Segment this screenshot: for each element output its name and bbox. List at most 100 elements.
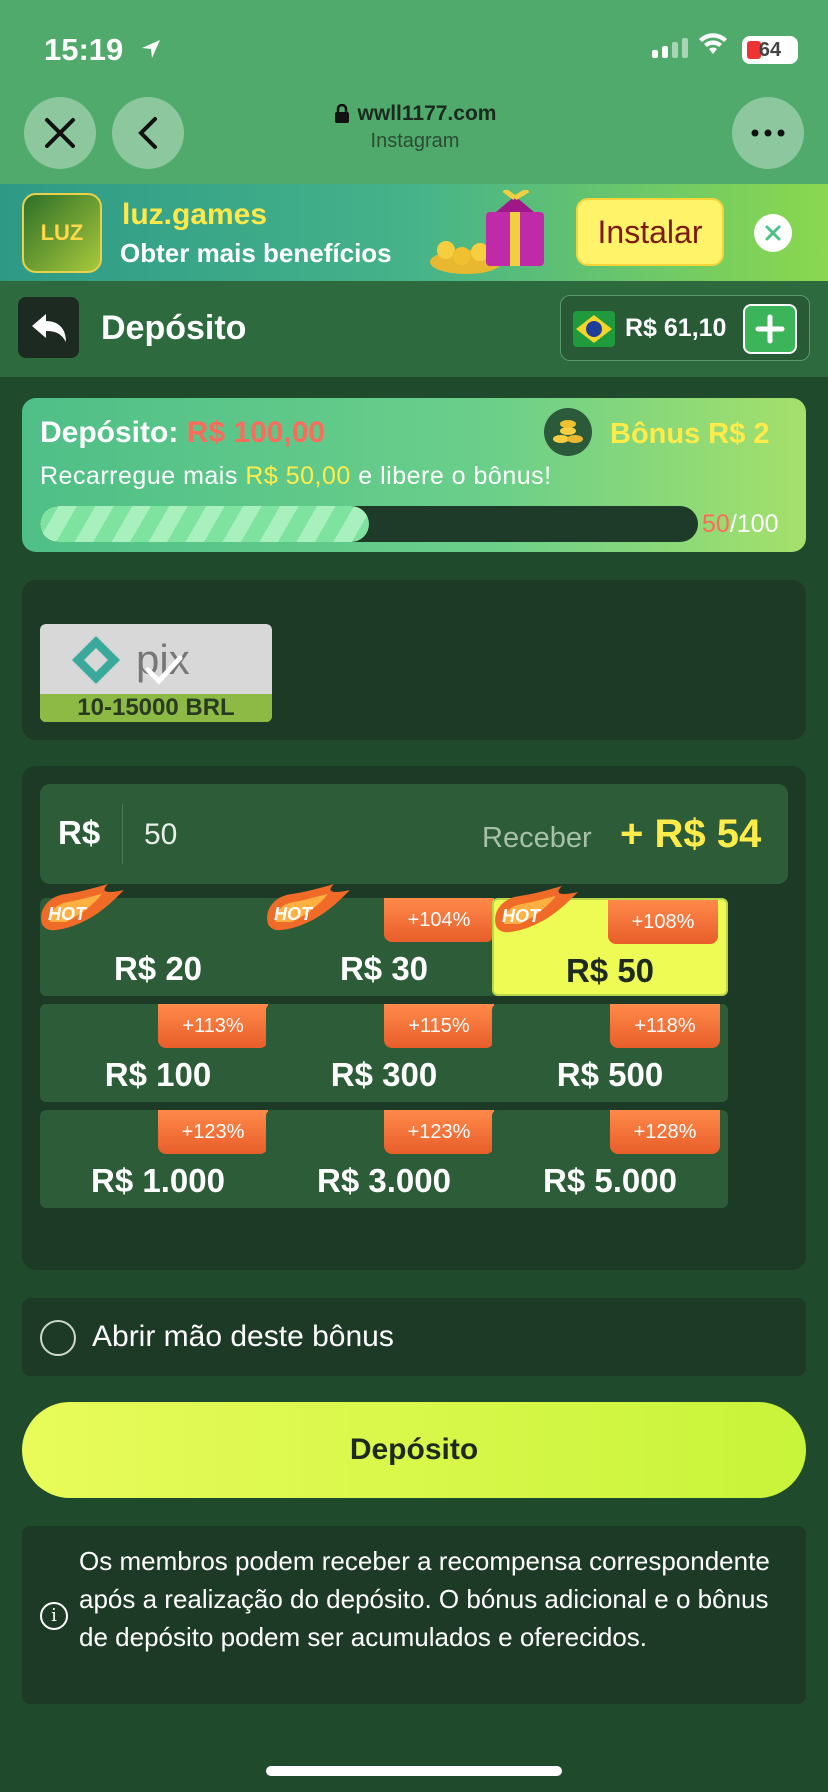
bonus-deposit-amount: R$ 100,00 xyxy=(186,416,326,449)
url-domain: wwll1177.com xyxy=(357,102,497,125)
amount-input-row[interactable]: R$ 50 Receber + R$ 54 xyxy=(40,784,788,884)
bonus-reward: Bônus R$ 2 xyxy=(610,418,770,450)
bonus-progress-label: 50/100 xyxy=(702,510,778,539)
payment-method-pix[interactable]: pix 10-15000 BRL xyxy=(40,624,272,722)
back-browser-button[interactable] xyxy=(112,97,184,169)
deposit-button[interactable]: Depósito xyxy=(22,1402,806,1498)
amount-option-label: R$ 5.000 xyxy=(543,1162,677,1199)
signal-icon xyxy=(652,38,688,58)
forfeit-bonus-radio[interactable] xyxy=(40,1320,76,1356)
bonus-percent-badge: +113% xyxy=(158,1004,268,1048)
checkmark-icon xyxy=(145,655,183,685)
url-source: Instagram xyxy=(370,130,460,152)
bonus-instruction: Recarregue mais R$ 50,00 e libere o bônu… xyxy=(40,462,552,491)
more-options-button[interactable] xyxy=(732,97,804,169)
progress-current: 50 xyxy=(702,510,730,538)
bonus-percent-badge: +123% xyxy=(158,1110,268,1154)
lock-icon xyxy=(334,104,349,123)
coins-icon xyxy=(544,408,592,456)
plus-icon xyxy=(755,314,785,344)
amount-option-label: R$ 20 xyxy=(113,950,203,987)
back-button[interactable] xyxy=(18,297,79,358)
amount-option[interactable]: +118% R$ 500 xyxy=(492,1004,728,1102)
bonus-deposit-title: Depósito: R$ 100,00 xyxy=(40,416,325,450)
balance-amount: R$ 61,10 xyxy=(625,314,727,342)
back-arrow-icon xyxy=(31,313,66,342)
hot-flame-icon: HOT xyxy=(495,886,578,933)
hot-label: HOT xyxy=(502,906,542,926)
amount-option-label: R$ 300 xyxy=(330,1056,438,1093)
bonus-percent-badge: +104% xyxy=(384,898,494,942)
page-title: Depósito xyxy=(101,309,247,347)
gift-box-icon xyxy=(430,190,544,274)
amount-option-label: R$ 500 xyxy=(556,1056,664,1093)
app-header: Depósito R$ 61,10 xyxy=(0,281,828,377)
battery-level: 64 xyxy=(758,39,782,61)
receive-label: Receber xyxy=(482,822,592,854)
app-logo: LUZ xyxy=(22,193,102,273)
hot-label: HOT xyxy=(274,904,314,924)
battery-icon: 64 xyxy=(742,36,798,64)
info-icon: i xyxy=(40,1602,68,1630)
bonus-instruction-suffix: e libere o bônus! xyxy=(358,462,552,490)
status-time: 15:19 xyxy=(44,32,162,68)
home-indicator xyxy=(266,1766,562,1776)
amount-option-label: R$ 50 xyxy=(565,952,655,989)
amount-option[interactable]: +123% R$ 3.000 xyxy=(266,1110,502,1208)
amount-input[interactable]: 50 xyxy=(144,818,177,852)
brazil-flag-icon xyxy=(573,311,615,347)
close-icon xyxy=(765,225,781,241)
amount-option[interactable]: +128% R$ 5.000 xyxy=(492,1110,728,1208)
amount-option[interactable]: HOT +104% R$ 30 xyxy=(266,884,502,996)
amount-option[interactable]: HOT R$ 20 xyxy=(40,884,276,996)
bonus-deposit-label: Depósito: xyxy=(40,416,179,449)
bonus-percent-badge: +123% xyxy=(384,1110,494,1154)
app-logo-text: LUZ xyxy=(40,220,84,245)
amount-option[interactable]: HOT +108% R$ 50 xyxy=(492,886,728,996)
amount-option-label: R$ 100 xyxy=(104,1056,212,1093)
bonus-percent-badge: +108% xyxy=(608,900,718,944)
bonus-instruction-amount: R$ 50,00 xyxy=(245,462,351,490)
hot-label: HOT xyxy=(48,904,88,924)
promo-close-button[interactable] xyxy=(754,214,792,252)
wifi-icon xyxy=(698,32,728,61)
amount-panel: R$ 50 Receber + R$ 54 HOT R$ 20 HOT +104% R$… xyxy=(22,766,806,1270)
bonus-progress-card: Depósito: R$ 100,00 Bônus R$ 2 Recarregu… xyxy=(22,398,806,552)
payment-method-range: 10-15000 BRL xyxy=(40,694,272,722)
close-browser-button[interactable] xyxy=(24,97,96,169)
amount-option[interactable]: +115% R$ 300 xyxy=(266,1004,502,1102)
bonus-percent-badge: +118% xyxy=(610,1004,720,1048)
ellipsis-icon xyxy=(751,129,785,137)
location-arrow-icon xyxy=(140,32,162,68)
status-time-text: 15:19 xyxy=(44,32,124,67)
amount-option-label: R$ 30 xyxy=(339,950,429,987)
add-funds-button[interactable] xyxy=(743,304,797,354)
amount-option-label: R$ 3.000 xyxy=(317,1162,451,1199)
install-button[interactable]: Instalar xyxy=(576,198,724,266)
forfeit-bonus-row[interactable]: Abrir mão deste bônus xyxy=(22,1298,806,1376)
info-text: Os membros podem receber a recompensa co… xyxy=(79,1546,770,1652)
hot-flame-icon: HOT xyxy=(41,884,124,931)
hot-flame-icon: HOT xyxy=(267,884,350,931)
promo-brand: luz.games xyxy=(122,198,268,231)
payment-method-panel: pix 10-15000 BRL xyxy=(22,580,806,740)
receive-value: + R$ 54 xyxy=(620,812,762,856)
amount-option[interactable]: +123% R$ 1.000 xyxy=(40,1110,276,1208)
divider xyxy=(122,804,123,864)
bonus-progress-bar xyxy=(40,506,698,542)
amount-option-label: R$ 1.000 xyxy=(91,1162,225,1199)
bonus-instruction-prefix: Recarregue mais xyxy=(40,462,238,490)
install-promo-banner: LUZ luz.games Obter mais benefícios Inst… xyxy=(0,184,828,281)
forfeit-bonus-label: Abrir mão deste bônus xyxy=(92,1320,394,1353)
url-bar[interactable]: wwll1177.com Instagram xyxy=(300,102,530,153)
progress-total: /100 xyxy=(729,510,779,538)
promo-subtitle: Obter mais benefícios xyxy=(120,238,392,268)
close-icon xyxy=(45,118,75,148)
currency-label: R$ xyxy=(58,814,101,851)
balance-box: R$ 61,10 xyxy=(560,295,810,361)
bonus-progress-fill xyxy=(40,506,369,542)
bonus-percent-badge: +128% xyxy=(610,1110,720,1154)
browser-chrome: 15:19 64 wwll1177.com Instagram xyxy=(0,0,828,184)
amount-option[interactable]: +113% R$ 100 xyxy=(40,1004,276,1102)
chevron-left-icon xyxy=(138,117,157,149)
